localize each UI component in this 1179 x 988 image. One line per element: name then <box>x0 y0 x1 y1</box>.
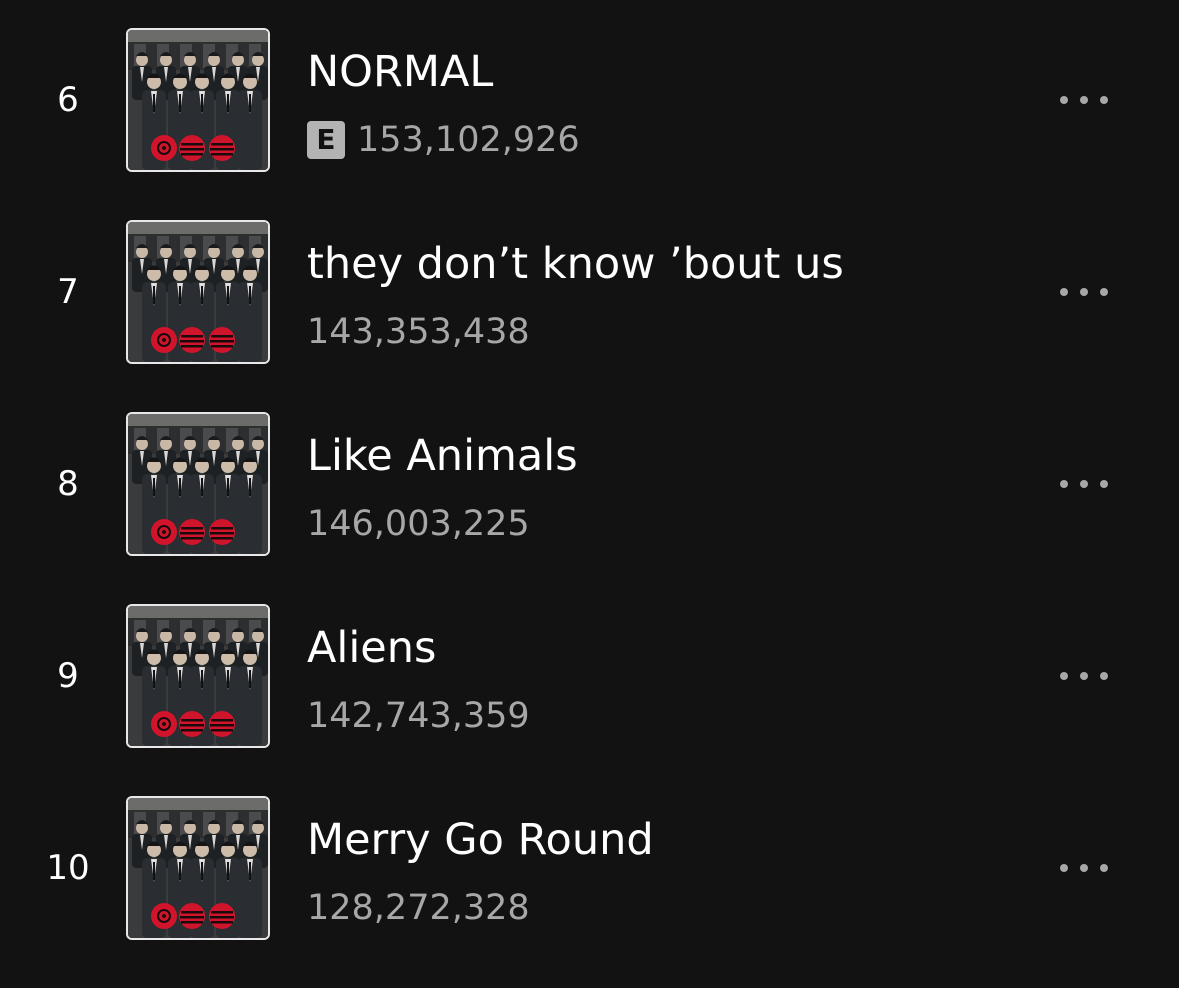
track-title: Like Animals <box>307 431 578 481</box>
track-title: NORMAL <box>307 47 494 97</box>
track-meta: E 153,102,926 <box>307 118 580 162</box>
track-meta: 142,743,359 <box>307 694 530 738</box>
more-options-icon <box>1100 480 1108 488</box>
track-title: Merry Go Round <box>307 815 654 865</box>
more-options-button[interactable] <box>1046 464 1122 504</box>
more-options-icon <box>1080 96 1088 104</box>
more-options-icon <box>1080 672 1088 680</box>
album-art <box>126 796 270 940</box>
more-options-icon <box>1100 864 1108 872</box>
play-count: 146,003,225 <box>307 504 530 544</box>
play-count: 143,353,438 <box>307 312 530 352</box>
track-row[interactable]: 6 NORMAL E 153,102,926 <box>0 28 1179 220</box>
track-meta: 143,353,438 <box>307 310 530 354</box>
more-options-button[interactable] <box>1046 656 1122 696</box>
track-row[interactable]: 7 they don’t know ’bout us 143,353,438 <box>0 220 1179 412</box>
track-row[interactable]: 10 Merry Go Round 128,272,328 <box>0 796 1179 988</box>
more-options-icon <box>1060 864 1068 872</box>
album-cover-image <box>128 798 268 938</box>
explicit-icon: E <box>307 121 345 159</box>
play-count: 153,102,926 <box>357 120 580 160</box>
track-row[interactable]: 8 Like Animals 146,003,225 <box>0 412 1179 604</box>
album-cover-image <box>128 414 268 554</box>
track-number: 7 <box>57 272 79 312</box>
track-title: they don’t know ’bout us <box>307 239 844 289</box>
album-art <box>126 28 270 172</box>
more-options-button[interactable] <box>1046 848 1122 888</box>
track-number: 9 <box>57 656 79 696</box>
album-cover-image <box>128 606 268 746</box>
track-meta: 128,272,328 <box>307 886 530 930</box>
play-count: 128,272,328 <box>307 888 530 928</box>
more-options-icon <box>1080 864 1088 872</box>
more-options-button[interactable] <box>1046 272 1122 312</box>
more-options-icon <box>1060 672 1068 680</box>
track-number: 10 <box>46 848 90 888</box>
track-row[interactable]: 9 Aliens 142,743,359 <box>0 604 1179 796</box>
track-list: 6 NORMAL E 153,102,926 7 they don’t know… <box>0 0 1179 965</box>
more-options-icon <box>1060 96 1068 104</box>
album-cover-image <box>128 30 268 170</box>
album-art <box>126 220 270 364</box>
more-options-icon <box>1060 288 1068 296</box>
track-number: 6 <box>57 80 79 120</box>
more-options-icon <box>1100 672 1108 680</box>
more-options-button[interactable] <box>1046 80 1122 120</box>
album-cover-image <box>128 222 268 362</box>
more-options-icon <box>1100 96 1108 104</box>
more-options-icon <box>1100 288 1108 296</box>
track-number: 8 <box>57 464 79 504</box>
play-count: 142,743,359 <box>307 696 530 736</box>
more-options-icon <box>1080 480 1088 488</box>
track-title: Aliens <box>307 623 437 673</box>
album-art <box>126 412 270 556</box>
album-art <box>126 604 270 748</box>
more-options-icon <box>1060 480 1068 488</box>
more-options-icon <box>1080 288 1088 296</box>
track-meta: 146,003,225 <box>307 502 530 546</box>
